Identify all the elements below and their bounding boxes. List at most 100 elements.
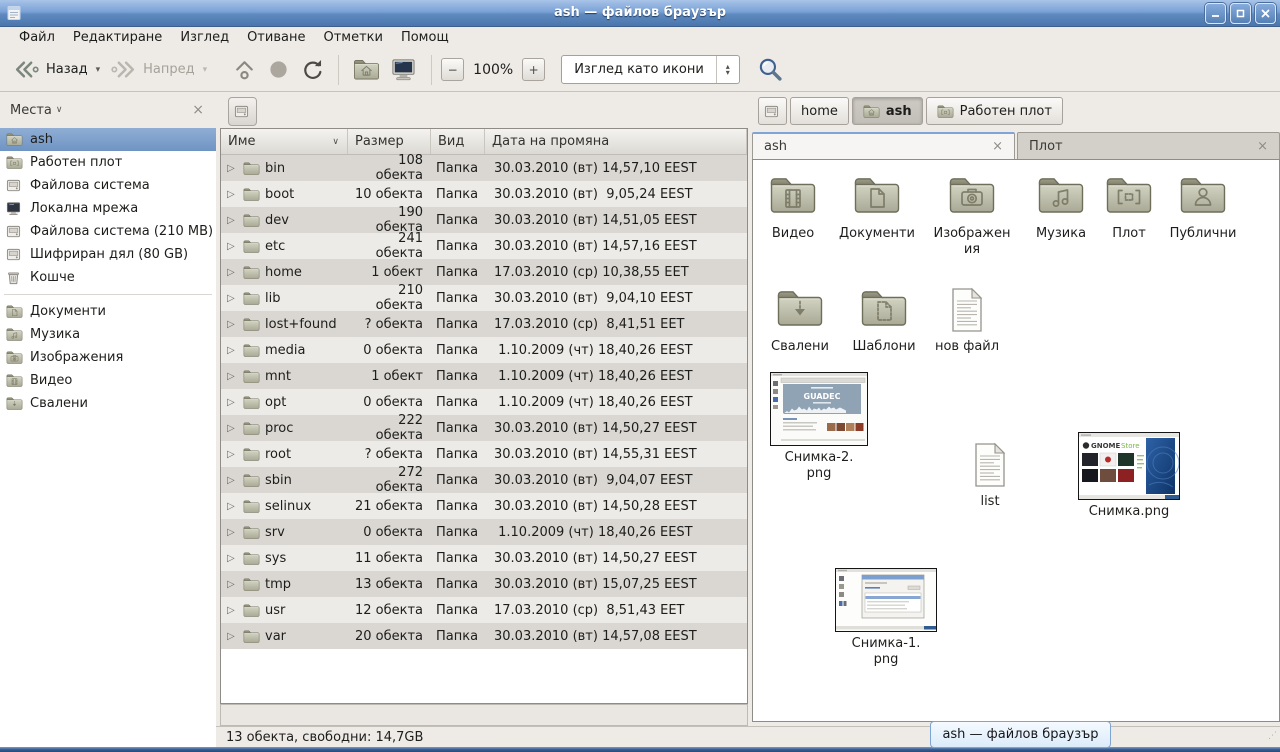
tree-column-header-3[interactable]: Дата на промяна [485, 129, 747, 154]
expander-icon[interactable] [227, 241, 238, 252]
expander-icon[interactable] [227, 449, 238, 460]
icon-desktop[interactable]: Плот [1087, 170, 1171, 242]
sidebar-item-music[interactable]: Музика [0, 323, 216, 346]
resize-grip[interactable]: ⋰ [1268, 731, 1278, 741]
tree-column-header-2[interactable]: Вид [431, 129, 485, 154]
tree-row-mnt[interactable]: mnt1 обектПапка 1.10.2009 (чт) 18,40,26 … [221, 363, 747, 389]
places-close-icon[interactable] [192, 102, 204, 118]
maximize-button[interactable] [1230, 3, 1251, 24]
sidebar-item-documents[interactable]: Документи [0, 300, 216, 323]
sidebar-item-images[interactable]: Изображения [0, 346, 216, 369]
tree-row-media[interactable]: media0 обектаПапка 1.10.2009 (чт) 18,40,… [221, 337, 747, 363]
expander-icon[interactable] [227, 397, 238, 408]
tree-row-boot[interactable]: boot10 обектаПапка30.03.2010 (вт) 9,05,2… [221, 181, 747, 207]
up-button[interactable] [226, 53, 263, 86]
sidebar-item-desktop[interactable]: Работен плот [0, 151, 216, 174]
menu-bookmarks[interactable]: Отметки [314, 27, 391, 48]
places-dropdown-icon[interactable] [56, 105, 63, 115]
sidebar-item-downloads[interactable]: Свалени [0, 392, 216, 415]
icon-snimka-1[interactable]: Снимка-1.png [835, 568, 937, 667]
expander-icon[interactable] [227, 319, 238, 330]
search-button[interactable] [754, 54, 788, 86]
tree-row-lost+found[interactable]: lost+found? обектаПапка17.03.2010 (ср) 8… [221, 311, 747, 337]
stop-button[interactable] [263, 55, 296, 84]
tree-row-proc[interactable]: proc222 обектаПапка30.03.2010 (вт) 14,50… [221, 415, 747, 441]
expander-icon[interactable] [227, 163, 238, 174]
icon-images[interactable]: Изображения [930, 170, 1014, 257]
expander-icon[interactable] [227, 293, 238, 304]
sidebar-item-filesystem[interactable]: Файлова система [0, 174, 216, 197]
expander-icon[interactable] [227, 345, 238, 356]
sidebar-item-trash[interactable]: Кошче [0, 266, 216, 289]
tree-row-var[interactable]: var20 обектаПапка30.03.2010 (вт) 14,57,0… [221, 623, 747, 649]
icon-video[interactable]: Видео [752, 170, 835, 242]
icon-snimka-2[interactable]: GUADECСнимка-2.png [770, 372, 868, 481]
zoom-in-button[interactable]: + [522, 58, 545, 81]
home-button[interactable] [348, 53, 385, 86]
expander-icon[interactable] [227, 267, 238, 278]
expander-icon[interactable] [227, 605, 238, 616]
icon-new-file[interactable]: нов файл [925, 283, 1009, 355]
breadcrumb-desktop[interactable]: Работен плот [926, 97, 1063, 125]
tree-column-header-1[interactable]: Размер [348, 129, 431, 154]
expander-icon[interactable] [227, 371, 238, 382]
tab-ash[interactable]: ash [752, 132, 1015, 159]
breadcrumb-root[interactable] [758, 97, 787, 125]
icon-downloads[interactable]: Свалени [758, 283, 842, 355]
tree-row-usr[interactable]: usr12 обектаПапка17.03.2010 (ср) 8,51,43… [221, 597, 747, 623]
icon-list[interactable]: list [948, 438, 1032, 510]
titlebar[interactable]: ash — файлов браузър [0, 0, 1280, 27]
tab-close-icon[interactable] [992, 139, 1003, 154]
expander-icon[interactable] [227, 553, 238, 564]
breadcrumb-home[interactable]: home [790, 97, 849, 125]
menu-file[interactable]: Файл [10, 27, 64, 48]
sidebar-item-filesystem-210mb[interactable]: Файлова система (210 MB) [0, 220, 216, 243]
tab-close-icon[interactable] [1257, 139, 1268, 154]
icon-snimka[interactable]: GNOMEStoreСнимка.png [1078, 432, 1180, 520]
tree-column-header-0[interactable]: Име [221, 129, 348, 154]
minimize-button[interactable] [1205, 3, 1226, 24]
expander-icon[interactable] [227, 423, 238, 434]
forward-button[interactable]: Напред ▾ [105, 53, 212, 86]
menu-edit[interactable]: Редактиране [64, 27, 171, 48]
menu-view[interactable]: Изглед [171, 27, 238, 48]
sidebar-item-ash[interactable]: ash [0, 128, 216, 151]
expander-icon[interactable] [227, 475, 238, 486]
tree-row-sbin[interactable]: sbin272 обектаПапка30.03.2010 (вт) 9,04,… [221, 467, 747, 493]
view-mode-select[interactable]: Изглед като икони [561, 55, 740, 84]
zoom-out-button[interactable]: − [441, 58, 464, 81]
expander-icon[interactable] [227, 189, 238, 200]
tree-row-tmp[interactable]: tmp13 обектаПапка30.03.2010 (вт) 15,07,2… [221, 571, 747, 597]
expander-icon[interactable] [227, 631, 238, 642]
expander-icon[interactable] [227, 215, 238, 226]
tree-row-home[interactable]: home1 обектПапка17.03.2010 (ср) 10,38,55… [221, 259, 747, 285]
back-dropdown-icon[interactable]: ▾ [96, 65, 101, 75]
tree-row-root[interactable]: root? обектаПапка30.03.2010 (вт) 14,55,3… [221, 441, 747, 467]
tree-pane-root-button[interactable] [228, 97, 257, 126]
expander-icon[interactable] [227, 579, 238, 590]
tree-row-srv[interactable]: srv0 обектаПапка 1.10.2009 (чт) 18,40,26… [221, 519, 747, 545]
tree-row-etc[interactable]: etc241 обектаПапка30.03.2010 (вт) 14,57,… [221, 233, 747, 259]
breadcrumb-ash[interactable]: ash [852, 97, 923, 125]
menu-help[interactable]: Помощ [392, 27, 458, 48]
back-button[interactable]: Назад ▾ [8, 53, 105, 86]
close-button[interactable] [1255, 3, 1276, 24]
icon-documents[interactable]: Документи [835, 170, 919, 242]
sidebar-item-local-network[interactable]: Локална мрежа [0, 197, 216, 220]
menu-go[interactable]: Отиване [238, 27, 314, 48]
icon-public[interactable]: Публични [1161, 170, 1245, 242]
tree-row-sys[interactable]: sys11 обектаПапка30.03.2010 (вт) 14,50,2… [221, 545, 747, 571]
icon-view-canvas[interactable]: ВидеоДокументиИзображенияМузикаПлотПубли… [752, 159, 1280, 722]
tree-row-dev[interactable]: dev190 обектаПапка30.03.2010 (вт) 14,51,… [221, 207, 747, 233]
tree-row-opt[interactable]: opt0 обектаПапка 1.10.2009 (чт) 18,40,26… [221, 389, 747, 415]
computer-button[interactable] [385, 53, 422, 86]
tree-row-selinux[interactable]: selinux21 обектаПапка30.03.2010 (вт) 14,… [221, 493, 747, 519]
sidebar-item-encrypted-80gb[interactable]: Шифриран дял (80 GB) [0, 243, 216, 266]
taskbar-window-button[interactable]: ash — файлов браузър [930, 721, 1111, 748]
tab-plot[interactable]: Плот [1017, 132, 1280, 159]
reload-button[interactable] [296, 55, 329, 84]
tree-row-bin[interactable]: bin108 обектаПапка30.03.2010 (вт) 14,57,… [221, 155, 747, 181]
tree-pane-scrollbar[interactable] [220, 704, 748, 726]
places-header[interactable]: Места [0, 94, 216, 126]
expander-icon[interactable] [227, 527, 238, 538]
